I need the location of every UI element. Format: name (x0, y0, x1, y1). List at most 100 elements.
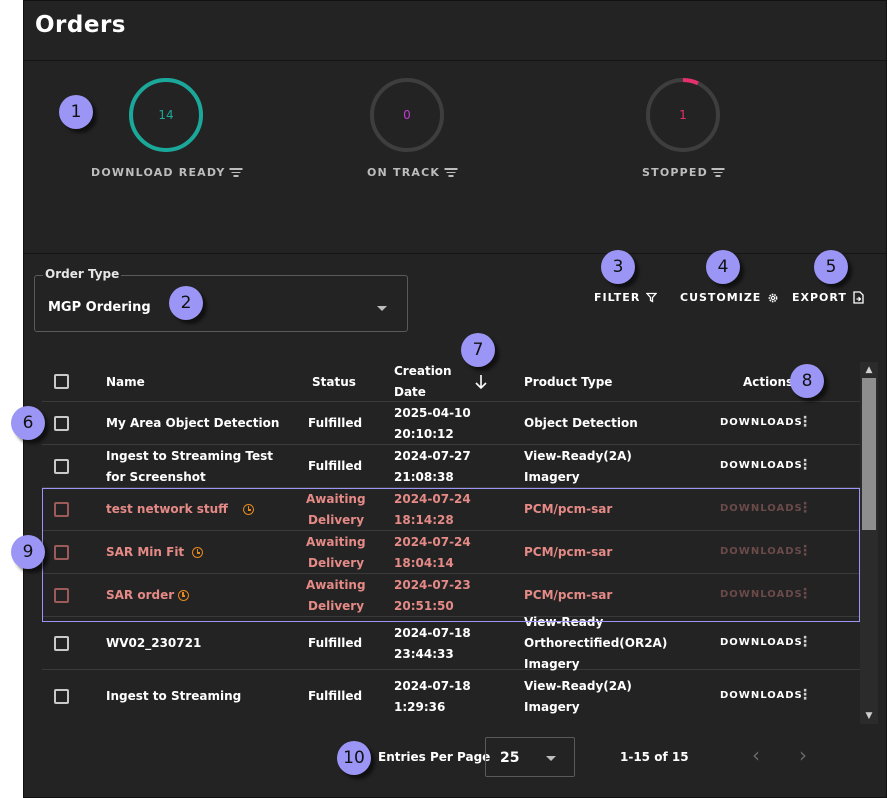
stopped-filter[interactable]: STOPPED (642, 166, 725, 179)
creation-date: 2024-07-18 (394, 626, 471, 640)
row-checkbox[interactable] (54, 545, 69, 560)
entries-per-page-select[interactable]: 25 (485, 737, 575, 777)
column-header-date[interactable]: Date (394, 382, 426, 403)
callout-marker: 5 (814, 250, 848, 284)
more-actions-icon[interactable]: ⋮ (798, 586, 812, 602)
order-name[interactable]: test network stuff (106, 499, 228, 520)
column-header-status[interactable]: Status (312, 372, 356, 393)
row-checkbox[interactable] (54, 588, 69, 603)
order-name[interactable]: WV02_230721 (106, 633, 201, 654)
customize-button[interactable]: CUSTOMIZE (680, 291, 779, 304)
product-type: Object Detection (524, 416, 638, 430)
export-button[interactable]: EXPORT (792, 291, 864, 304)
stopped-ring: 1 (643, 75, 723, 155)
downloads-button[interactable]: DOWNLOADS (720, 417, 803, 428)
callout-marker: 7 (461, 333, 495, 367)
previous-page-icon[interactable]: ‹ (752, 743, 760, 767)
table-header: Name Status Creation Date Product Type A… (42, 360, 860, 402)
table-row[interactable]: My Area Object Detection Fulfilled 2025-04… (42, 402, 860, 445)
filter-list-icon (711, 168, 725, 177)
more-actions-icon[interactable]: ⋮ (798, 634, 812, 650)
table-row[interactable]: test network stuff Awaiting Delivery 2024-0… (42, 488, 860, 531)
callout-marker: 4 (706, 250, 740, 284)
table-row[interactable]: WV02_230721 Fulfilled 2024-07-18 23:44:33 Vi… (42, 615, 860, 671)
page-title: Orders (35, 12, 126, 38)
order-name[interactable]: Ingest to Streaming Test (106, 446, 273, 467)
download-ready-filter[interactable]: DOWNLOAD READY (91, 166, 243, 179)
row-checkbox[interactable] (54, 416, 69, 431)
downloads-button[interactable]: DOWNLOADS (720, 546, 803, 557)
callout-marker: 6 (11, 406, 45, 440)
order-name[interactable]: SAR order (106, 585, 174, 606)
more-actions-icon[interactable]: ⋮ (798, 687, 812, 703)
row-checkbox[interactable] (54, 459, 69, 474)
order-status: Fulfilled (308, 636, 363, 650)
downloads-button[interactable]: DOWNLOADS (720, 589, 803, 600)
clock-icon (177, 590, 189, 601)
row-checkbox[interactable] (54, 689, 69, 704)
product-type: View-Ready(2A) (524, 449, 632, 463)
row-checkbox[interactable] (54, 502, 69, 517)
table-row[interactable]: Ingest to Streaming Fulfilled 2024-07-18 1:… (42, 670, 860, 722)
creation-time: 18:04:14 (394, 556, 454, 570)
creation-date: 2024-07-23 (394, 578, 471, 592)
creation-date: 2024-07-24 (394, 535, 471, 549)
table-row[interactable]: Ingest to Streaming Test for Screenshot Fu… (42, 445, 860, 488)
order-status: Awaiting (306, 535, 366, 549)
column-header-name[interactable]: Name (106, 372, 145, 393)
clock-icon (243, 504, 255, 515)
funnel-icon (646, 292, 658, 303)
column-header-creation[interactable]: Creation (394, 361, 452, 382)
scroll-thumb[interactable] (862, 378, 876, 530)
more-actions-icon[interactable]: ⋮ (798, 500, 812, 516)
creation-time: 18:14:28 (394, 513, 454, 527)
filter-list-icon (229, 168, 243, 177)
stopped-count: 1 (679, 108, 687, 122)
callout-marker: 8 (790, 364, 824, 398)
filter-list-icon (444, 168, 458, 177)
creation-time: 20:10:12 (394, 427, 454, 441)
order-status: Fulfilled (308, 689, 363, 703)
creation-date: 2024-07-24 (394, 492, 471, 506)
order-name[interactable]: My Area Object Detection (106, 413, 279, 434)
creation-date: 2024-07-27 (394, 449, 471, 463)
order-status-line2: Delivery (308, 556, 365, 570)
downloads-button[interactable]: DOWNLOADS (720, 503, 803, 514)
column-header-product-type[interactable]: Product Type (524, 372, 612, 393)
more-actions-icon[interactable]: ⋮ (798, 543, 812, 559)
product-type: View-Ready(2A) (524, 679, 632, 693)
pagination-range: 1-15 of 15 (620, 750, 689, 764)
creation-time: 23:44:33 (394, 647, 454, 661)
downloads-button[interactable]: DOWNLOADS (720, 637, 803, 648)
more-actions-icon[interactable]: ⋮ (798, 414, 812, 430)
orders-table: Name Status Creation Date Product Type A… (42, 360, 860, 722)
select-all-checkbox[interactable] (54, 374, 69, 389)
order-name[interactable]: SAR Min Fit (106, 542, 184, 563)
filter-button[interactable]: FILTER (594, 291, 658, 304)
next-page-icon[interactable]: › (799, 743, 807, 767)
row-checkbox[interactable] (54, 636, 69, 651)
downloads-button[interactable]: DOWNLOADS (720, 690, 803, 701)
order-status-line2: Delivery (308, 513, 365, 527)
creation-time: 20:51:50 (394, 599, 454, 613)
creation-date: 2025-04-10 (394, 406, 471, 420)
scroll-down-icon[interactable]: ▼ (860, 709, 878, 723)
on-track-ring: 0 (367, 75, 447, 155)
export-button-label: EXPORT (792, 291, 847, 304)
order-status: Fulfilled (308, 459, 363, 473)
table-scrollbar[interactable]: ▲ ▼ (860, 362, 878, 724)
order-summary: 14 DOWNLOAD READY 0 ON TRACK 1 STOPPED (24, 60, 886, 254)
download-ready-ring: 14 (126, 75, 206, 155)
table-row[interactable]: SAR order Awaiting Delivery 2024-07-23 20:51… (42, 574, 860, 617)
sort-descending-icon[interactable] (474, 374, 488, 390)
more-actions-icon[interactable]: ⋮ (798, 457, 812, 473)
on-track-filter[interactable]: ON TRACK (367, 166, 458, 179)
table-row[interactable]: SAR Min Fit Awaiting Delivery 2024-07-24 18:… (42, 531, 860, 574)
customize-button-label: CUSTOMIZE (680, 291, 762, 304)
downloads-button[interactable]: DOWNLOADS (720, 460, 803, 471)
creation-date: 2024-07-18 (394, 679, 471, 693)
order-type-select[interactable]: Order Type MGP Ordering (34, 267, 408, 332)
order-name[interactable]: Ingest to Streaming (106, 686, 241, 707)
order-status-line2: Delivery (308, 599, 365, 613)
scroll-up-icon[interactable]: ▲ (860, 363, 878, 377)
